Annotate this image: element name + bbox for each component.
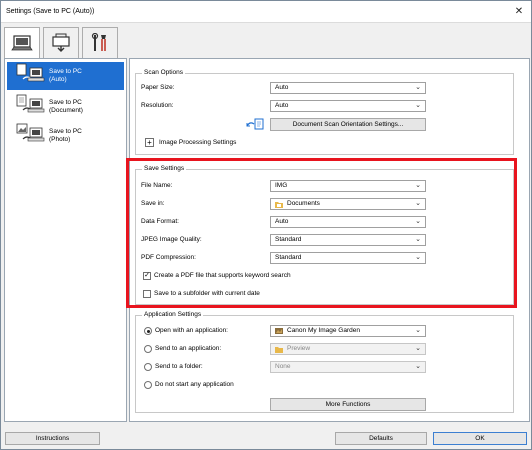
save-to-pc-photo-icon (16, 123, 45, 142)
nav-item-label: Save to PC (Photo) (49, 128, 82, 143)
chevron-down-icon: ⌄ (415, 345, 421, 352)
scan-options-title: Scan Options (142, 69, 186, 76)
defaults-button[interactable]: Defaults (335, 432, 427, 445)
bottom-button-bar: Instructions Defaults OK (1, 426, 531, 450)
send-folder-radio[interactable] (144, 363, 152, 371)
paper-size-label: Paper Size: (141, 84, 175, 91)
image-processing-label[interactable]: Image Processing Settings (159, 139, 236, 146)
resolution-label: Resolution: (141, 102, 174, 109)
expand-icon[interactable]: + (145, 138, 154, 147)
scan-type-list: Save to PC (Auto) Save to PC (Document) (4, 58, 127, 422)
chevron-down-icon: ⌄ (415, 102, 421, 109)
save-to-pc-document-icon (16, 94, 45, 113)
instructions-button[interactable]: Instructions (5, 432, 100, 445)
orientation-settings-button[interactable]: Document Scan Orientation Settings... (270, 118, 426, 131)
resolution-value: Auto (275, 102, 289, 109)
save-settings-highlight (126, 158, 517, 308)
scanner-panel-icon (52, 33, 70, 52)
nav-item-save-to-pc-document[interactable]: Save to PC (Document) (7, 93, 124, 121)
close-button[interactable]: ✕ (513, 6, 525, 18)
send-app-label[interactable]: Send to an application: (155, 345, 221, 352)
application-settings-group: Application Settings Open with an applic… (135, 311, 514, 413)
open-app-radio[interactable] (144, 327, 152, 335)
no-app-label[interactable]: Do not start any application (155, 381, 234, 388)
no-app-radio[interactable] (144, 381, 152, 389)
nav-item-label: Save to PC (Document) (49, 99, 83, 114)
open-app-dropdown[interactable]: Canon My Image Garden ⌄ (270, 325, 426, 337)
window-title: Settings (Save to PC (Auto)) (6, 8, 95, 15)
tools-icon (91, 33, 106, 51)
send-folder-label[interactable]: Send to a folder: (155, 363, 203, 370)
send-folder-dropdown[interactable]: None ⌄ (270, 361, 426, 373)
title-bar: Settings (Save to PC (Auto)) ✕ (1, 1, 531, 23)
nav-item-save-to-pc-photo[interactable]: Save to PC (Photo) (7, 122, 124, 150)
image-garden-icon (275, 328, 283, 334)
computer-icon (11, 34, 33, 50)
scan-options-group: Scan Options Paper Size: Auto ⌄ Resoluti… (135, 69, 514, 155)
save-to-pc-auto-icon (16, 63, 45, 82)
nav-item-label: Save to PC (Auto) (49, 68, 82, 83)
send-app-value: Preview (287, 345, 311, 352)
more-functions-button[interactable]: More Functions (270, 398, 426, 411)
open-app-value: Canon My Image Garden (287, 327, 360, 334)
chevron-down-icon: ⌄ (415, 363, 421, 370)
paper-size-value: Auto (275, 84, 289, 91)
open-app-label[interactable]: Open with an application: (155, 327, 228, 334)
chevron-down-icon: ⌄ (415, 327, 421, 334)
send-app-radio[interactable] (144, 345, 152, 353)
resolution-dropdown[interactable]: Auto ⌄ (270, 100, 426, 112)
tab-scan-from-computer[interactable] (4, 27, 40, 59)
send-app-dropdown[interactable]: Preview ⌄ (270, 343, 426, 355)
nav-item-save-to-pc-auto[interactable]: Save to PC (Auto) (7, 62, 124, 90)
application-settings-title: Application Settings (142, 311, 204, 318)
settings-window: Settings (Save to PC (Auto)) ✕ Save to P… (0, 0, 532, 450)
tab-general-settings[interactable] (82, 27, 118, 58)
orientation-icon (246, 118, 264, 130)
send-folder-value: None (275, 363, 291, 370)
paper-size-dropdown[interactable]: Auto ⌄ (270, 82, 426, 94)
tab-scan-from-panel[interactable] (43, 27, 79, 58)
ok-button[interactable]: OK (433, 432, 527, 445)
chevron-down-icon: ⌄ (415, 84, 421, 91)
preview-app-icon (275, 347, 283, 353)
